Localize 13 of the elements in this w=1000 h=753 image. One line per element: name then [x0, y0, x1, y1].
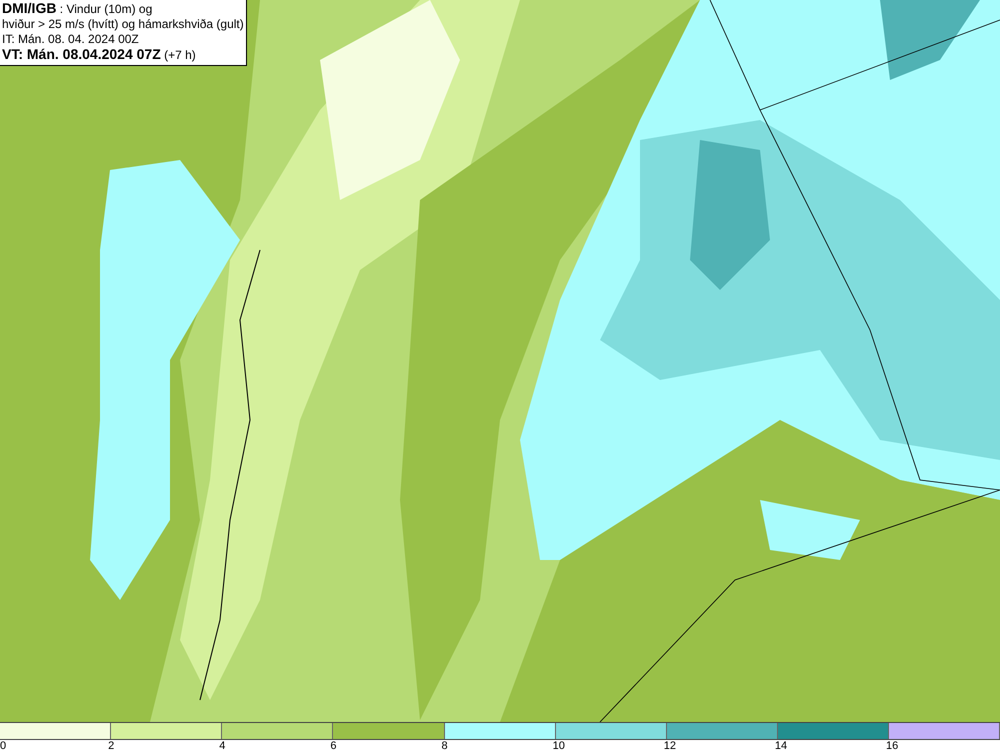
legend-label: 12 — [664, 740, 676, 753]
info-text: DMI/IGB : Vindur (10m) og — [2, 1, 154, 17]
legend-label: 2 — [108, 740, 114, 753]
legend-label: 6 — [330, 740, 336, 753]
info-text: hviður > 25 m/s (hvítt) og hámarkshviða (gult) — [2, 17, 244, 32]
legend-label: 8 — [442, 740, 448, 753]
info-text: VT: Mán. 08.04.2024 07Z (+7 h) — [2, 47, 197, 63]
info-text: IT: Mán. 08. 04. 2024 00Z — [2, 32, 140, 47]
legend-label: 0 — [0, 740, 6, 753]
legend-label: 4 — [219, 740, 226, 753]
legend-label: 14 — [774, 740, 788, 753]
legend-label: 10 — [552, 740, 565, 753]
legend-label: 16 — [886, 740, 898, 753]
